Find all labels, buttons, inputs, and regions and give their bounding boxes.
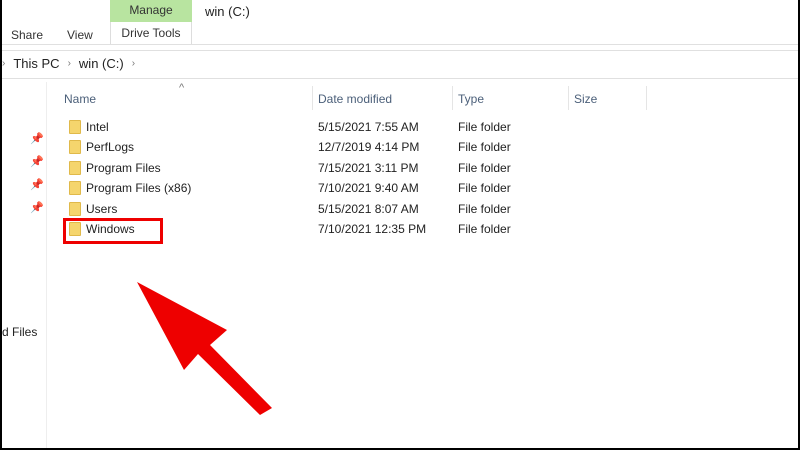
file-name: Users (86, 201, 118, 216)
file-type: File folder (458, 181, 511, 196)
pin-icon[interactable]: 📌 (30, 155, 44, 168)
tab-drive-tools[interactable]: Drive Tools (110, 22, 192, 44)
column-header-size[interactable]: Size (574, 92, 597, 106)
file-date: 7/15/2021 3:11 PM (318, 160, 419, 175)
file-name: Intel (86, 120, 109, 134)
column-header-type[interactable]: Type (458, 92, 484, 106)
divider (2, 44, 798, 45)
manage-context-header: Manage (110, 0, 192, 22)
chevron-right-icon: › (2, 58, 6, 69)
column-header-name[interactable]: Name (64, 92, 96, 106)
file-type: File folder (458, 140, 511, 155)
file-type: File folder (458, 160, 511, 175)
file-row[interactable]: Program Files (x86) 7/10/2021 9:40 AM Fi… (66, 178, 626, 198)
chevron-right-icon[interactable]: › (132, 58, 135, 69)
file-name: PerfLogs (86, 140, 135, 155)
column-separator[interactable] (568, 86, 569, 110)
column-separator[interactable] (312, 86, 313, 110)
file-row[interactable]: Intel 5/15/2021 7:55 AM File folder (66, 117, 626, 137)
folder-icon (69, 120, 81, 134)
file-type: File folder (458, 120, 511, 134)
pin-icon[interactable]: 📌 (30, 132, 44, 145)
breadcrumb-drive[interactable]: win (C:) (79, 56, 124, 71)
red-arrow-annotation (137, 282, 272, 415)
divider (2, 78, 798, 79)
folder-icon (69, 201, 81, 216)
file-type: File folder (458, 201, 511, 216)
divider (2, 50, 798, 51)
tab-share[interactable]: Share (11, 28, 43, 42)
file-row[interactable]: Program Files 7/15/2021 3:11 PM File fol… (66, 158, 626, 178)
file-explorer-window: Share View Manage Drive Tools win (C:) ›… (2, 0, 798, 448)
file-date: 7/10/2021 12:35 PM (318, 222, 427, 236)
file-row[interactable]: PerfLogs 12/7/2019 4:14 PM File folder (66, 137, 626, 157)
folder-icon (69, 160, 81, 175)
file-row[interactable]: Users 5/15/2021 8:07 AM File folder (66, 199, 626, 219)
file-date: 7/10/2021 9:40 AM (318, 181, 419, 196)
file-type: File folder (458, 222, 511, 236)
file-name: Program Files (x86) (86, 181, 192, 196)
file-date: 5/15/2021 8:07 AM (318, 201, 419, 216)
column-header-date[interactable]: Date modified (318, 92, 392, 106)
folder-icon (69, 140, 81, 155)
breadcrumb-this-pc[interactable]: This PC (13, 56, 59, 71)
chevron-right-icon: › (67, 58, 71, 69)
nav-item-files[interactable]: d Files (2, 325, 37, 339)
column-separator[interactable] (646, 86, 647, 110)
file-date: 12/7/2019 4:14 PM (318, 140, 420, 155)
sort-ascending-icon: ^ (179, 82, 185, 94)
pin-icon[interactable]: 📌 (30, 178, 44, 191)
column-separator[interactable] (452, 86, 453, 110)
breadcrumb[interactable]: › This PC › win (C:) › (2, 56, 135, 71)
window-title: win (C:) (205, 4, 250, 19)
file-date: 5/15/2021 7:55 AM (318, 120, 419, 134)
pin-icon[interactable]: 📌 (30, 201, 44, 214)
file-name: Program Files (86, 160, 161, 175)
navigation-pane: 📌 📌 📌 📌 (2, 82, 47, 448)
tab-view[interactable]: View (67, 28, 93, 42)
folder-icon (69, 181, 81, 196)
highlight-box (63, 218, 163, 244)
